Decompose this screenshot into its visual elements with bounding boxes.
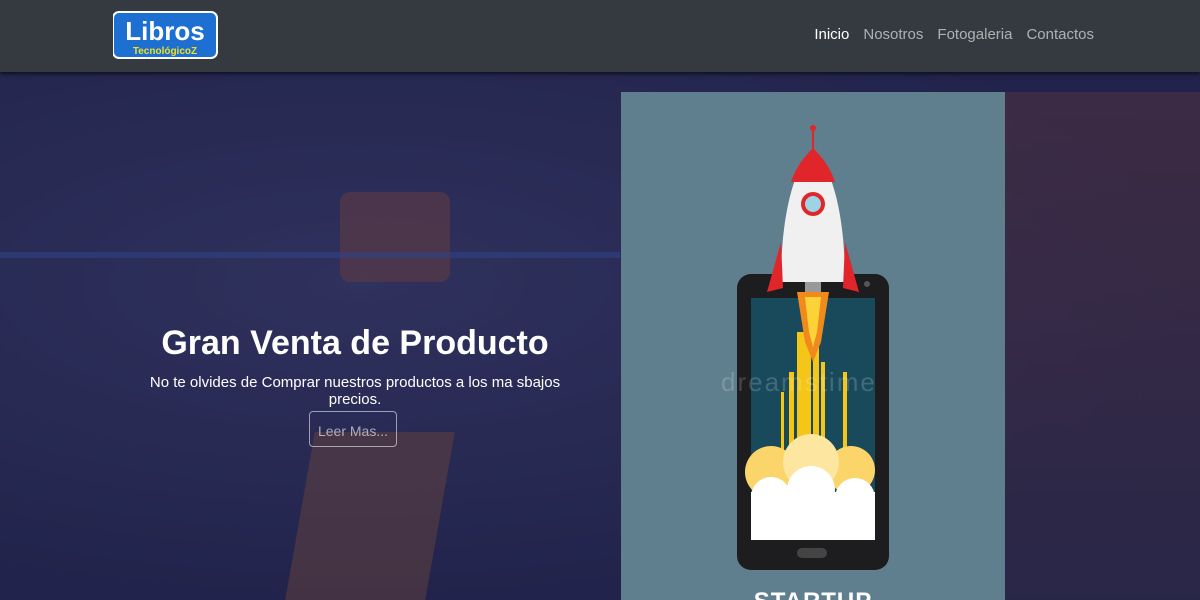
- brand-tagline: TecnológicoZ: [133, 46, 197, 57]
- main-nav: Inicio Nosotros Fotogaleria Contactos: [814, 26, 1094, 43]
- nav-inicio[interactable]: Inicio: [814, 26, 849, 43]
- hero-subtitle: No te olvides de Comprar nuestros produc…: [149, 374, 561, 408]
- promo-caption: STARTUP: [621, 588, 1005, 600]
- navbar: Libros TecnológicoZ Inicio Nosotros Foto…: [0, 0, 1200, 72]
- rocket-phone-illustration: [737, 125, 889, 570]
- hero-carousel: Gran Venta de Producto No te olvides de …: [0, 72, 1200, 600]
- read-more-button[interactable]: Leer Mas...: [309, 411, 397, 447]
- brand-name: Libros: [125, 16, 204, 46]
- nav-fotogaleria[interactable]: Fotogaleria: [937, 26, 1012, 43]
- nav-contactos[interactable]: Contactos: [1026, 26, 1094, 43]
- brand-logo[interactable]: Libros TecnológicoZ: [112, 10, 219, 60]
- watermark-text: dreamstime: [721, 367, 877, 397]
- promo-image: dreamstime STARTUP: [621, 92, 1005, 600]
- hero-title: Gran Venta de Producto: [161, 324, 549, 362]
- nav-nosotros[interactable]: Nosotros: [863, 26, 923, 43]
